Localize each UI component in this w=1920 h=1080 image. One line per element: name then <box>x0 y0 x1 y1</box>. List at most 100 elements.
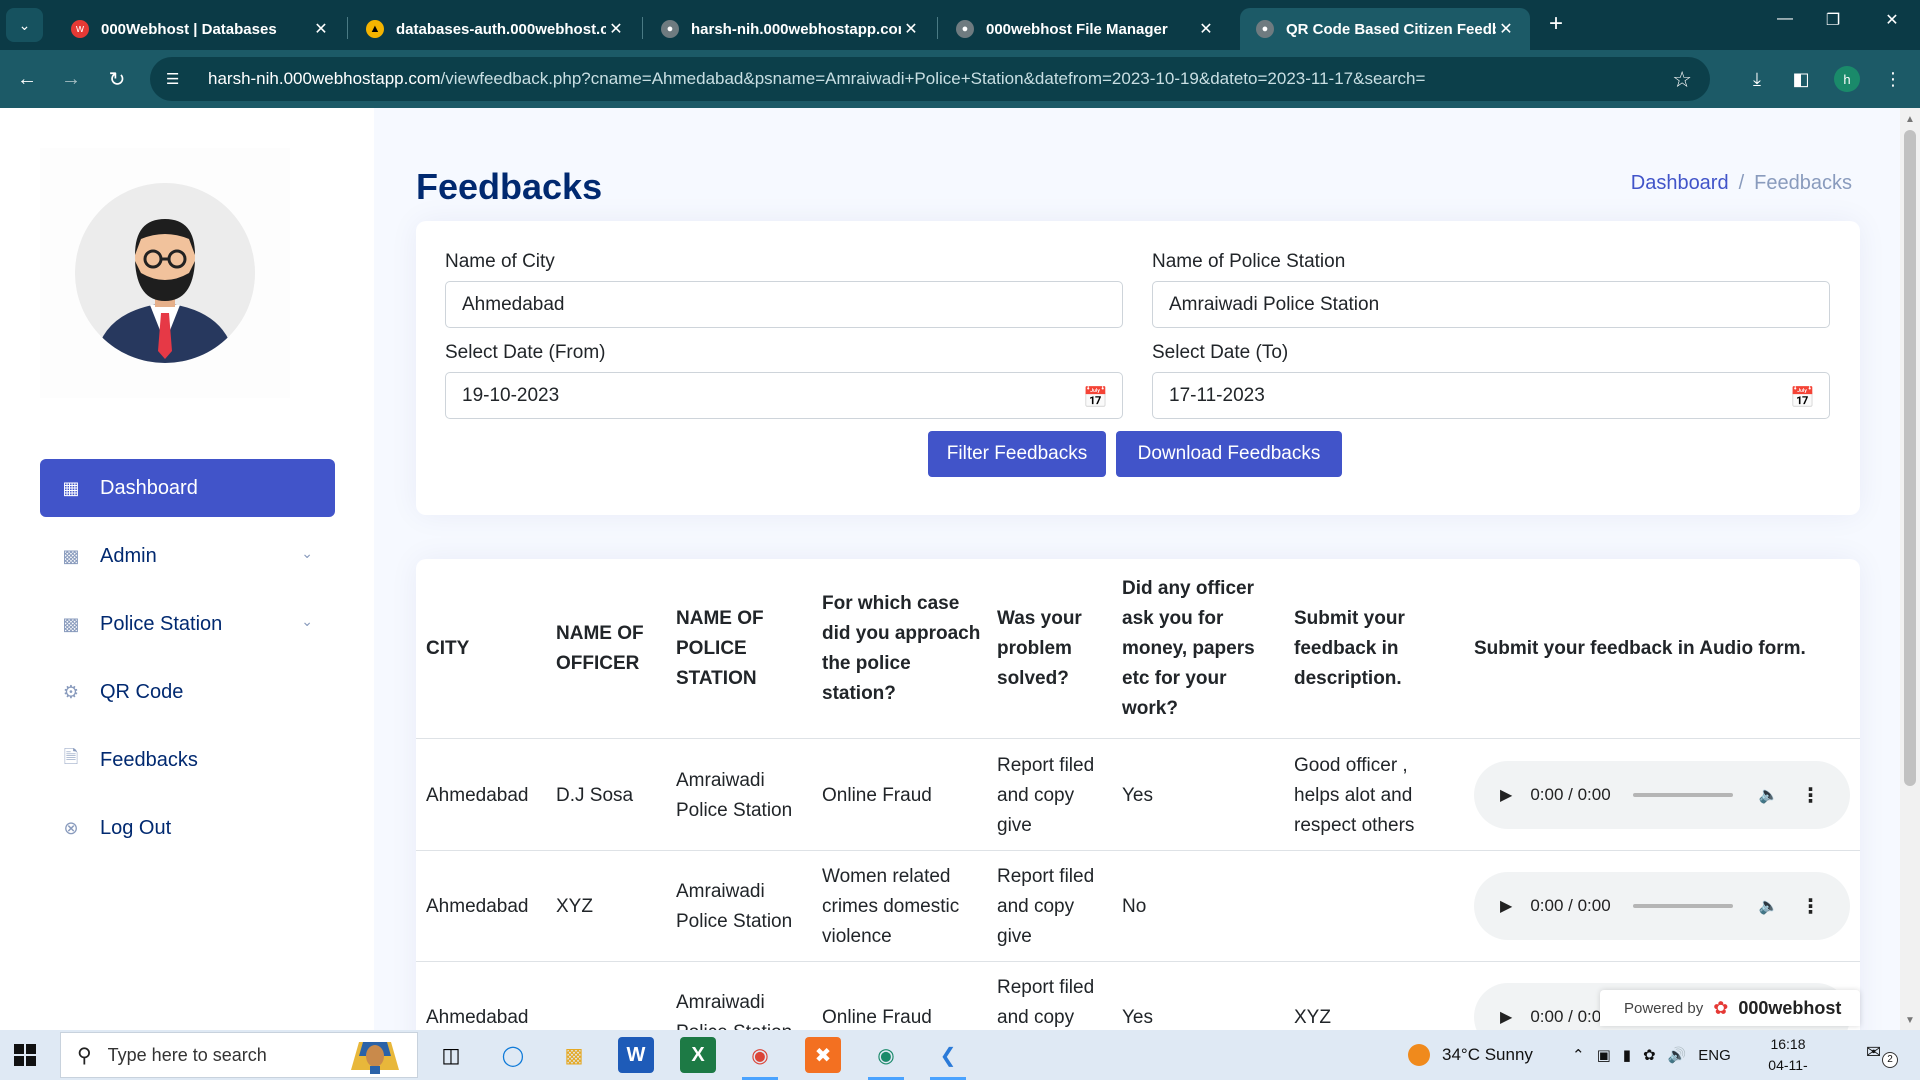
play-icon[interactable]: ▶ <box>1500 785 1512 805</box>
download-feedbacks-button[interactable]: Download Feedbacks <box>1116 431 1342 477</box>
kebab-menu-icon[interactable]: ⋮ <box>1878 64 1908 94</box>
cell-money: Yes <box>1122 784 1153 806</box>
browser-tab-harsh-nih[interactable]: ● harsh-nih.000webhostapp.com ✕ <box>645 8 935 50</box>
site-info-icon[interactable]: ☰ <box>166 70 188 88</box>
taskbar-search-box[interactable]: ⚲ Type here to search <box>60 1032 418 1078</box>
word-icon[interactable]: W <box>618 1037 654 1073</box>
search-highlight-pharaoh-icon <box>351 1042 399 1074</box>
chevron-down-icon: ⌄ <box>301 545 313 561</box>
profile-avatar[interactable]: h <box>1834 66 1860 92</box>
audio-player[interactable]: ▶ 0:00 / 0:00 🔈 ⋮ <box>1474 872 1850 940</box>
close-tab-icon[interactable]: ✕ <box>901 19 921 39</box>
task-view-icon[interactable]: ◫ <box>433 1037 469 1073</box>
audio-player[interactable]: ▶ 0:00 / 0:00 🔈 ⋮ <box>1474 761 1850 829</box>
speaker-icon[interactable]: 🔊 <box>1668 1046 1687 1064</box>
globe-icon: ● <box>661 20 679 38</box>
header-solved: Was your problem solved? <box>997 608 1082 689</box>
user-portrait-icon <box>75 183 255 363</box>
system-tray[interactable]: ⌃ ▣ ▮ ✿ 🔊 ENG <box>1572 1030 1731 1080</box>
scroll-down-arrow-icon[interactable]: ▼ <box>1905 1015 1915 1026</box>
sidebar-item-dashboard[interactable]: ▦ Dashboard <box>40 459 335 517</box>
browser-tab-file-manager[interactable]: ● 000webhost File Manager ✕ <box>940 8 1230 50</box>
url-omnibox[interactable]: ☰ harsh-nih.000webhostapp.com/viewfeedba… <box>150 57 1710 101</box>
kebab-menu-icon[interactable]: ⋮ <box>1801 783 1821 808</box>
language-indicator[interactable]: ENG <box>1698 1047 1731 1064</box>
reload-icon[interactable]: ↻ <box>102 64 132 94</box>
kebab-menu-icon[interactable]: ⋮ <box>1801 894 1821 919</box>
back-arrow-icon[interactable]: ← <box>12 64 42 94</box>
cell-description: XYZ <box>1294 1006 1331 1028</box>
date-to-label: Select Date (To) <box>1152 342 1289 363</box>
chevron-up-icon[interactable]: ⌃ <box>1572 1046 1585 1064</box>
close-tab-icon[interactable]: ✕ <box>1196 19 1216 39</box>
scroll-up-arrow-icon[interactable]: ▲ <box>1905 114 1915 125</box>
play-icon[interactable]: ▶ <box>1500 1007 1512 1027</box>
cell-city: Ahmedabad <box>426 1006 529 1028</box>
page-content: ▦ Dashboard ▩ Admin ⌄ ▩ Police Station ⌄… <box>0 108 1900 1030</box>
cell-city: Ahmedabad <box>426 895 529 917</box>
cell-station: Amraiwadi Police Station <box>676 769 793 821</box>
cell-solved: Report filed and copy give <box>997 754 1095 836</box>
station-input[interactable]: Amraiwadi Police Station <box>1152 281 1830 328</box>
vscode-icon[interactable]: ❮ <box>930 1037 966 1073</box>
filter-feedbacks-button[interactable]: Filter Feedbacks <box>928 431 1106 477</box>
audio-seek-bar[interactable] <box>1632 904 1733 908</box>
meet-now-icon[interactable]: ▣ <box>1597 1046 1611 1064</box>
side-panel-icon[interactable]: ◧ <box>1786 64 1816 94</box>
folder-icon: ▩ <box>62 545 80 566</box>
sidebar-item-police-station[interactable]: ▩ Police Station ⌄ <box>40 595 335 653</box>
excel-icon[interactable]: X <box>680 1037 716 1073</box>
notification-icon[interactable]: ✉ 2 <box>1866 1042 1898 1068</box>
volume-icon[interactable]: 🔈 <box>1759 785 1779 805</box>
chrome-profile-icon[interactable]: ◉ <box>868 1037 904 1073</box>
battery-icon[interactable]: ▮ <box>1623 1046 1631 1064</box>
close-tab-icon[interactable]: ✕ <box>606 19 626 39</box>
bookmark-star-icon[interactable]: ☆ <box>1672 67 1692 93</box>
close-tab-icon[interactable]: ✕ <box>311 19 331 39</box>
browser-tab-qr-feedback[interactable]: ● QR Code Based Citizen Feedba ✕ <box>1240 8 1530 50</box>
windows-taskbar: ⚲ Type here to search ◫ ◯ ▩ W X ◉ ✖ ◉ ❮ … <box>0 1030 1920 1080</box>
wifi-icon[interactable]: ✿ <box>1643 1046 1656 1064</box>
url-text[interactable]: harsh-nih.000webhostapp.com/viewfeedback… <box>208 69 1425 89</box>
tab-search-chevron-icon[interactable]: ⌄ <box>6 8 43 42</box>
filter-card: Name of City Ahmedabad Name of Police St… <box>416 221 1860 515</box>
new-tab-plus-icon[interactable]: + <box>1543 12 1569 38</box>
weather-widget[interactable]: 34°C Sunny <box>1408 1030 1533 1080</box>
close-tab-icon[interactable]: ✕ <box>1496 19 1516 39</box>
chrome-icon[interactable]: ◉ <box>742 1037 778 1073</box>
download-icon[interactable]: ⤓ <box>1742 64 1772 94</box>
header-case: For which case did you approach the poli… <box>822 593 981 704</box>
city-input[interactable]: Ahmedabad <box>445 281 1123 328</box>
powered-by-badge[interactable]: Powered by ✿ 000webhost <box>1600 990 1860 1026</box>
edge-icon[interactable]: ◯ <box>495 1037 531 1073</box>
window-close-icon[interactable]: ✕ <box>1870 10 1914 30</box>
taskbar-clock[interactable]: 16:18 04-11-2023 <box>1753 1034 1823 1080</box>
minimize-icon[interactable]: — <box>1763 10 1807 28</box>
header-audio: Submit your feedback in Audio form. <box>1474 638 1806 659</box>
date-from-input[interactable]: 19-10-2023 📅 <box>445 372 1123 419</box>
windows-start-icon[interactable] <box>14 1044 36 1066</box>
restore-icon[interactable]: ❐ <box>1811 10 1855 30</box>
browser-tab-databases[interactable]: w 000Webhost | Databases ✕ <box>55 8 345 50</box>
header-officer: NAME OF OFFICER <box>556 623 644 674</box>
browser-tab-databases-auth[interactable]: ▲ databases-auth.000webhost.co ✕ <box>350 8 640 50</box>
date-to-input[interactable]: 17-11-2023 📅 <box>1152 372 1830 419</box>
calendar-icon[interactable]: 📅 <box>1083 385 1108 410</box>
sidebar-item-log-out[interactable]: ⊗ Log Out <box>40 799 335 857</box>
page-scrollbar[interactable]: ▲ ▼ <box>1900 108 1920 1030</box>
audio-seek-bar[interactable] <box>1632 793 1733 797</box>
breadcrumb-dashboard-link[interactable]: Dashboard <box>1631 172 1729 195</box>
sidebar-item-admin[interactable]: ▩ Admin ⌄ <box>40 527 335 585</box>
sidebar-item-feedbacks[interactable]: 🗎 Feedbacks <box>40 731 335 789</box>
xampp-icon[interactable]: ✖ <box>805 1037 841 1073</box>
document-icon: 🗎 <box>63 747 79 767</box>
sidebar-item-qr-code[interactable]: ⚙ QR Code <box>40 663 335 721</box>
calendar-icon[interactable]: 📅 <box>1790 385 1815 410</box>
volume-icon[interactable]: 🔈 <box>1759 896 1779 916</box>
scrollbar-thumb[interactable] <box>1904 130 1916 786</box>
cell-case: Women related crimes domestic violence <box>822 865 960 947</box>
file-explorer-icon[interactable]: ▩ <box>556 1037 592 1073</box>
forward-arrow-icon[interactable]: → <box>56 64 86 94</box>
table-row: Ahmedabad D.J Sosa Amraiwadi Police Stat… <box>416 740 1860 851</box>
play-icon[interactable]: ▶ <box>1500 896 1512 916</box>
